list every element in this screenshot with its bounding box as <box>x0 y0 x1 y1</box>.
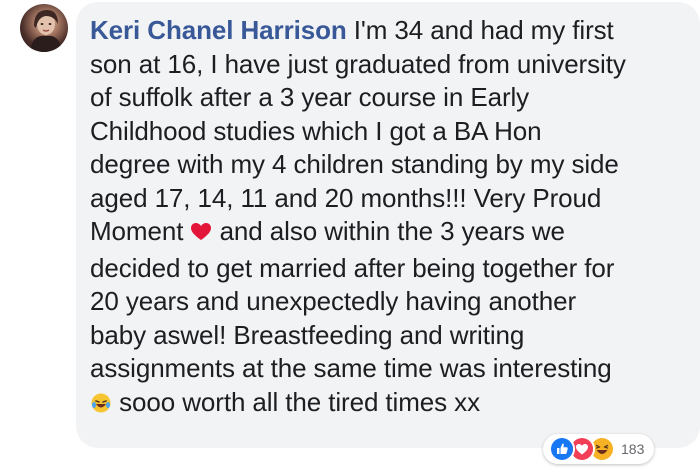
comment-line-1: I'm 34 and had my first <box>346 15 614 45</box>
reaction-summary[interactable]: 183 <box>543 434 655 464</box>
comment-line-12: sooo worth all the tired times xx <box>112 386 480 417</box>
avatar-photo-icon <box>30 10 62 52</box>
red-heart-emoji-icon <box>190 218 212 252</box>
comment-line-10: baby aswel! Breastfeeding and writing <box>90 319 525 350</box>
author-name-link[interactable]: Keri Chanel Harrison <box>90 15 347 45</box>
comment-line-8: decided to get married after being toget… <box>90 252 615 283</box>
comment-line-9: 20 years and unexpectedly having another <box>90 286 577 316</box>
comment-line-5: degree with my 4 children standing by my… <box>90 149 619 179</box>
comment-line-3: of suffolk after a 3 year course in Earl… <box>90 82 530 112</box>
reaction-count: 183 <box>621 441 645 457</box>
comment-line-2: son at 16, I have just graduated from un… <box>90 48 626 79</box>
avatar[interactable] <box>20 4 68 52</box>
comment-row: Keri Chanel Harrison I'm 34 and had my f… <box>0 0 700 473</box>
rofl-emoji-icon <box>90 389 112 423</box>
like-reaction-icon <box>549 436 575 462</box>
comment-line-7b: and also within the 3 years we <box>212 216 565 246</box>
comment-text: Keri Chanel Harrison I'm 34 and had my f… <box>90 14 682 422</box>
comment-line-4: Childhood studies which I got a BA Hon <box>90 115 542 146</box>
comment-bubble: Keri Chanel Harrison I'm 34 and had my f… <box>76 2 700 448</box>
comment-line-6: aged 17, 14, 11 and 20 months!!! Very Pr… <box>90 182 602 213</box>
comment-line-11: assignments at the same time was interes… <box>90 353 612 383</box>
comment-line-7a: Moment <box>90 216 191 246</box>
